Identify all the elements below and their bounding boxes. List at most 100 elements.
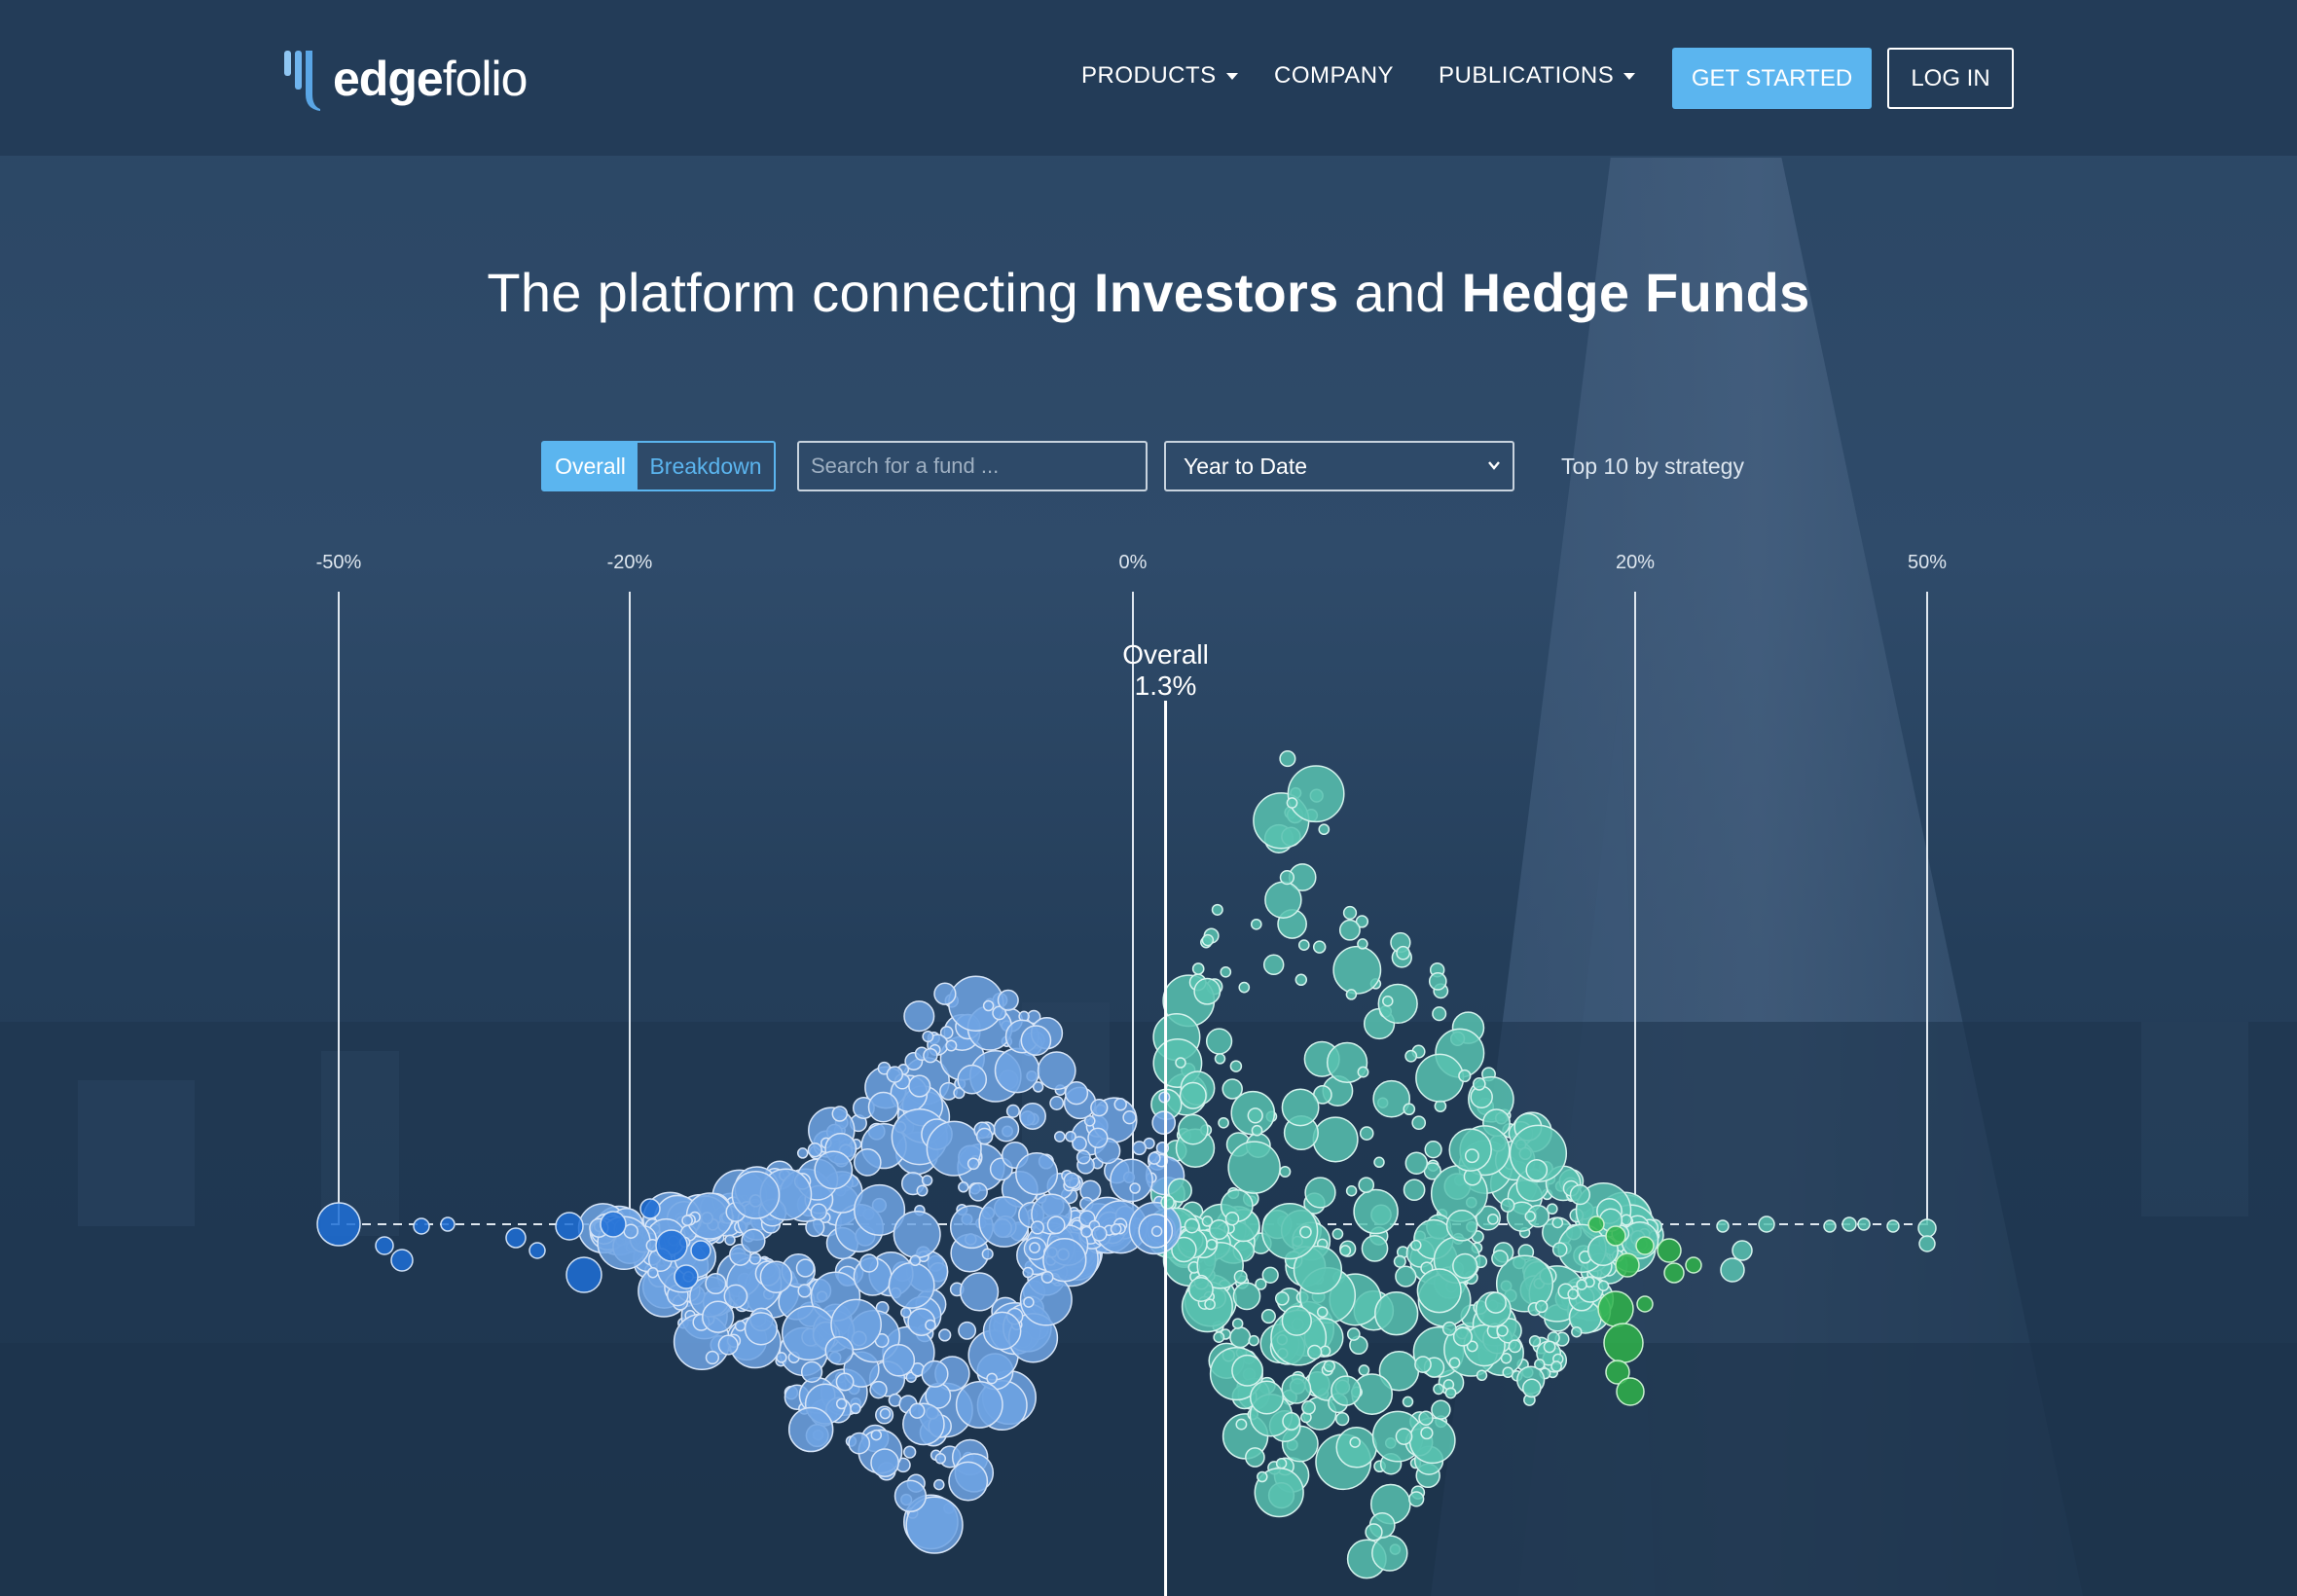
- fund-bubble[interactable]: [1528, 1334, 1542, 1348]
- fund-bubble[interactable]: [1279, 869, 1295, 886]
- fund-bubble[interactable]: [968, 1181, 988, 1202]
- fund-bubble[interactable]: [1361, 1235, 1389, 1262]
- fund-bubble[interactable]: [1179, 1081, 1207, 1109]
- fund-bubble[interactable]: [1177, 1113, 1209, 1145]
- fund-bubble[interactable]: [835, 1372, 855, 1392]
- fund-bubble[interactable]: [1232, 1282, 1261, 1311]
- fund-bubble[interactable]: [1231, 1318, 1244, 1329]
- fund-bubble[interactable]: [1358, 1177, 1375, 1194]
- fund-bubble[interactable]: [1214, 1053, 1226, 1065]
- fund-bubble[interactable]: [776, 1352, 787, 1363]
- fund-bubble[interactable]: [702, 1300, 735, 1333]
- fund-bubble[interactable]: [1281, 1305, 1312, 1336]
- fund-bubble[interactable]: [1615, 1252, 1640, 1278]
- fund-bubble[interactable]: [1444, 1387, 1457, 1399]
- fund-bubble[interactable]: [1113, 1098, 1127, 1111]
- fund-bubble[interactable]: [1410, 1239, 1422, 1251]
- fund-bubble[interactable]: [1250, 918, 1262, 930]
- fund-bubble[interactable]: [824, 1336, 855, 1365]
- fund-bubble[interactable]: [1917, 1218, 1937, 1238]
- fund-bubble[interactable]: [674, 1264, 699, 1289]
- fund-bubble[interactable]: [909, 1402, 926, 1419]
- fund-bubble[interactable]: [982, 999, 995, 1012]
- fund-bubble[interactable]: [1587, 1215, 1605, 1233]
- fund-bubble[interactable]: [1282, 1411, 1301, 1431]
- fund-bubble[interactable]: [1543, 1340, 1556, 1354]
- fund-bubble[interactable]: [1249, 1380, 1285, 1415]
- fund-bubble[interactable]: [923, 1047, 938, 1064]
- fund-bubble[interactable]: [1823, 1219, 1837, 1233]
- fund-bubble[interactable]: [1597, 1290, 1634, 1327]
- fund-bubble[interactable]: [1550, 1360, 1562, 1372]
- fund-bubble[interactable]: [1122, 1110, 1137, 1125]
- log-in-button[interactable]: LOG IN: [1887, 48, 2014, 109]
- fund-bubble[interactable]: [1616, 1377, 1645, 1406]
- fund-bubble[interactable]: [1521, 1378, 1542, 1398]
- fund-bubble[interactable]: [1487, 1213, 1499, 1225]
- fund-bubble[interactable]: [850, 1402, 861, 1415]
- fund-bubble[interactable]: [1403, 1179, 1426, 1202]
- fund-bubble[interactable]: [800, 1360, 823, 1383]
- fund-bubble[interactable]: [1371, 1535, 1408, 1572]
- fund-bubble[interactable]: [1184, 1217, 1200, 1234]
- fund-bubble[interactable]: [1408, 1417, 1456, 1465]
- fund-bubble[interactable]: [1175, 1057, 1186, 1069]
- fund-bubble[interactable]: [1020, 1025, 1052, 1056]
- fund-bubble[interactable]: [1685, 1256, 1702, 1274]
- fund-bubble[interactable]: [1458, 1069, 1472, 1083]
- fund-bubble[interactable]: [1129, 1182, 1141, 1194]
- fund-bubble[interactable]: [807, 1143, 822, 1158]
- fund-bubble[interactable]: [1402, 1396, 1414, 1408]
- fund-bubble[interactable]: [831, 1106, 849, 1122]
- fund-bubble[interactable]: [922, 1031, 934, 1043]
- fund-bubble[interactable]: [1294, 973, 1308, 987]
- fund-bubble[interactable]: [869, 1380, 888, 1399]
- fund-bubble[interactable]: [1257, 1470, 1268, 1483]
- fund-bubble[interactable]: [934, 1453, 947, 1465]
- fund-bubble[interactable]: [933, 1478, 945, 1491]
- fund-bubble[interactable]: [810, 1203, 828, 1221]
- fund-bubble[interactable]: [1404, 1049, 1418, 1063]
- fund-bubble[interactable]: [1247, 1107, 1263, 1124]
- fund-bubble[interactable]: [925, 1319, 936, 1331]
- fund-bubble[interactable]: [893, 1479, 928, 1512]
- fund-bubble[interactable]: [1603, 1323, 1644, 1363]
- fund-bubble[interactable]: [1213, 1331, 1225, 1344]
- nav-products-menu[interactable]: PRODUCTS: [1081, 62, 1238, 90]
- fund-bubble[interactable]: [1030, 1220, 1045, 1235]
- fund-bubble[interactable]: [1220, 965, 1232, 978]
- fund-bubble[interactable]: [1132, 1141, 1148, 1156]
- fund-bubble[interactable]: [1414, 1356, 1432, 1373]
- fund-bubble[interactable]: [744, 1312, 779, 1346]
- fund-bubble[interactable]: [1160, 1195, 1175, 1210]
- fund-bubble[interactable]: [867, 1091, 899, 1123]
- fund-bubble[interactable]: [966, 1157, 980, 1171]
- fund-bubble[interactable]: [375, 1236, 394, 1255]
- fund-bubble[interactable]: [555, 1212, 584, 1241]
- fund-bubble[interactable]: [997, 989, 1019, 1011]
- fund-bubble[interactable]: [948, 1461, 989, 1502]
- fund-bubble[interactable]: [1567, 1288, 1579, 1300]
- fund-bubble[interactable]: [1201, 933, 1215, 947]
- fund-bubble[interactable]: [958, 1181, 969, 1193]
- fund-bubble[interactable]: [1365, 1523, 1383, 1542]
- fund-bubble[interactable]: [986, 1372, 998, 1385]
- fund-bubble[interactable]: [1411, 1115, 1427, 1131]
- fund-bubble[interactable]: [1005, 1104, 1020, 1118]
- fund-bubble[interactable]: [1286, 797, 1298, 809]
- fund-bubble[interactable]: [903, 1000, 935, 1033]
- fund-bubble[interactable]: [908, 1074, 931, 1098]
- fund-bubble[interactable]: [955, 1380, 1003, 1429]
- fund-bubble[interactable]: [1357, 938, 1368, 950]
- fund-bubble[interactable]: [1395, 1265, 1417, 1288]
- fund-bubble[interactable]: [1191, 962, 1205, 975]
- fund-bubble[interactable]: [705, 1272, 727, 1295]
- fund-bubble[interactable]: [1445, 1209, 1478, 1242]
- fund-bubble[interactable]: [1500, 1198, 1515, 1213]
- fund-bubble[interactable]: [647, 1266, 659, 1279]
- fund-bubble[interactable]: [814, 1150, 854, 1190]
- fund-bubble[interactable]: [848, 1432, 871, 1455]
- fund-bubble[interactable]: [1886, 1219, 1900, 1233]
- fund-bubble[interactable]: [1502, 1366, 1514, 1379]
- fund-bubble[interactable]: [1732, 1240, 1753, 1261]
